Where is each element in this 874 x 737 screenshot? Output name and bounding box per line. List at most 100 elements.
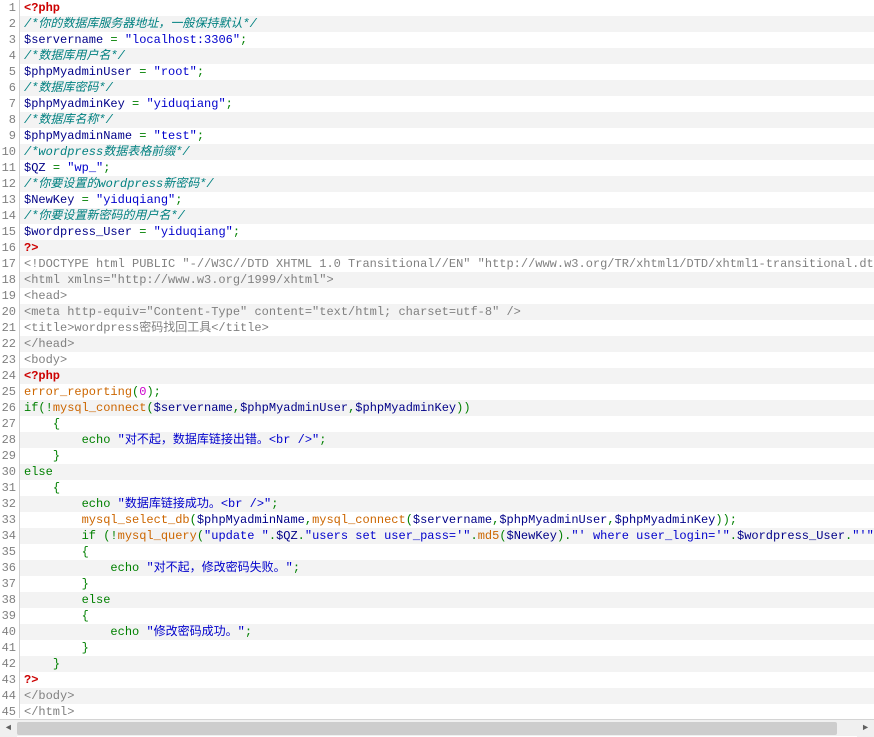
code-line[interactable]: $phpMyadminKey = "yiduqiang";	[20, 96, 874, 112]
code-line[interactable]: echo "数据库链接成功。<br />";	[20, 496, 874, 512]
token: "yiduqiang"	[146, 97, 225, 111]
token	[146, 225, 153, 239]
code-line[interactable]: {	[20, 608, 874, 624]
token: /*你的数据库服务器地址，一般保持默认*/	[24, 17, 257, 31]
code-line[interactable]: </head>	[20, 336, 874, 352]
code-line[interactable]: }	[20, 640, 874, 656]
line-number: 34	[0, 528, 16, 544]
code-line[interactable]: echo "对不起，数据库链接出错。<br />";	[20, 432, 874, 448]
scroll-track[interactable]	[17, 720, 857, 737]
code-line[interactable]: /*你的数据库服务器地址，一般保持默认*/	[20, 16, 874, 32]
token: $phpMyadminUser	[240, 401, 348, 415]
code-line[interactable]: <!DOCTYPE html PUBLIC "-//W3C//DTD XHTML…	[20, 256, 874, 272]
token: mysql_select_db	[82, 513, 190, 527]
code-line[interactable]: if (!mysql_query("update ".$QZ."users se…	[20, 528, 874, 544]
token: else	[82, 593, 111, 607]
code-line[interactable]: $NewKey = "yiduqiang";	[20, 192, 874, 208]
code-line[interactable]: echo "修改密码成功。";	[20, 624, 874, 640]
token: .	[269, 529, 276, 543]
code-line[interactable]: echo "对不起，修改密码失败。";	[20, 560, 874, 576]
code-line[interactable]: $phpMyadminName = "test";	[20, 128, 874, 144]
code-line[interactable]: <html xmlns="http://www.w3.org/1999/xhtm…	[20, 272, 874, 288]
code-line[interactable]: if(!mysql_connect($servername,$phpMyadmi…	[20, 400, 874, 416]
line-number: 7	[0, 96, 16, 112]
token: mysql_query	[118, 529, 197, 543]
line-number: 22	[0, 336, 16, 352]
code-line[interactable]: /*你要设置新密码的用户名*/	[20, 208, 874, 224]
code-line[interactable]: $phpMyadminUser = "root";	[20, 64, 874, 80]
line-number: 33	[0, 512, 16, 528]
code-line[interactable]: {	[20, 416, 874, 432]
code-line[interactable]: /*wordpress数据表格前缀*/	[20, 144, 874, 160]
code-line[interactable]: ?>	[20, 240, 874, 256]
code-line[interactable]: else	[20, 464, 874, 480]
token: /*你要设置新密码的用户名*/	[24, 209, 185, 223]
code-line[interactable]: $servername = "localhost:3306";	[20, 32, 874, 48]
code-line[interactable]: /*数据库用户名*/	[20, 48, 874, 64]
token: </html>	[24, 705, 74, 718]
code-line[interactable]: <?php	[20, 368, 874, 384]
token: "yiduqiang"	[96, 193, 175, 207]
code-line[interactable]: ?>	[20, 672, 874, 688]
token: <head>	[24, 289, 67, 303]
token: <?php	[24, 369, 60, 383]
code-line[interactable]: {	[20, 480, 874, 496]
token: echo	[110, 625, 139, 639]
token: ).	[557, 529, 571, 543]
line-number: 5	[0, 64, 16, 80]
code-line[interactable]: {	[20, 544, 874, 560]
line-number: 44	[0, 688, 16, 704]
code-line[interactable]: <body>	[20, 352, 874, 368]
code-area[interactable]: <?php/*你的数据库服务器地址，一般保持默认*/$servername = …	[20, 0, 874, 718]
token: "update "	[204, 529, 269, 543]
line-number: 3	[0, 32, 16, 48]
code-line[interactable]: </html>	[20, 704, 874, 718]
token: "对不起，数据库链接出错。<br />"	[118, 433, 320, 447]
scroll-left-button[interactable]: ◄	[0, 720, 17, 737]
token: "localhost:3306"	[125, 33, 240, 47]
line-number: 23	[0, 352, 16, 368]
code-line[interactable]: /*数据库名称*/	[20, 112, 874, 128]
line-number: 1	[0, 0, 16, 16]
token: ?>	[24, 241, 38, 255]
token: ,	[233, 401, 240, 415]
code-line[interactable]: }	[20, 576, 874, 592]
scroll-thumb[interactable]	[17, 722, 837, 735]
line-number: 18	[0, 272, 16, 288]
code-line[interactable]: <?php	[20, 0, 874, 16]
line-number: 6	[0, 80, 16, 96]
code-line[interactable]: <head>	[20, 288, 874, 304]
token: $QZ	[276, 529, 298, 543]
code-line[interactable]: </body>	[20, 688, 874, 704]
code-line[interactable]: mysql_select_db($phpMyadminName,mysql_co…	[20, 512, 874, 528]
token: "对不起，修改密码失败。"	[146, 561, 292, 575]
token: $wordpress_User	[737, 529, 845, 543]
code-line[interactable]: error_reporting(0);	[20, 384, 874, 400]
line-number: 8	[0, 112, 16, 128]
code-line[interactable]: else	[20, 592, 874, 608]
horizontal-scrollbar[interactable]: ◄ ►	[0, 719, 874, 736]
code-line[interactable]: /*数据库密码*/	[20, 80, 874, 96]
code-line[interactable]: <meta http-equiv="Content-Type" content=…	[20, 304, 874, 320]
scroll-right-button[interactable]: ►	[857, 720, 874, 737]
token	[110, 497, 117, 511]
token: /*数据库名称*/	[24, 113, 113, 127]
code-line[interactable]: }	[20, 656, 874, 672]
token: $phpMyadminName	[24, 129, 132, 143]
code-line[interactable]: $wordpress_User = "yiduqiang";	[20, 224, 874, 240]
token: ;	[245, 625, 252, 639]
code-line[interactable]: }	[20, 448, 874, 464]
token: echo	[82, 433, 111, 447]
code-line[interactable]: /*你要设置的wordpress新密码*/	[20, 176, 874, 192]
token: }	[53, 449, 60, 463]
line-number: 37	[0, 576, 16, 592]
token: "' where user_login='"	[571, 529, 729, 543]
token: $phpMyadminKey	[24, 97, 125, 111]
line-number: 39	[0, 608, 16, 624]
line-number-gutter: 1234567891011121314151617181920212223242…	[0, 0, 20, 718]
token: ;	[226, 97, 233, 111]
line-number: 35	[0, 544, 16, 560]
token: $wordpress_User	[24, 225, 132, 239]
code-line[interactable]: <title>wordpress密码找回工具</title>	[20, 320, 874, 336]
code-line[interactable]: $QZ = "wp_";	[20, 160, 874, 176]
